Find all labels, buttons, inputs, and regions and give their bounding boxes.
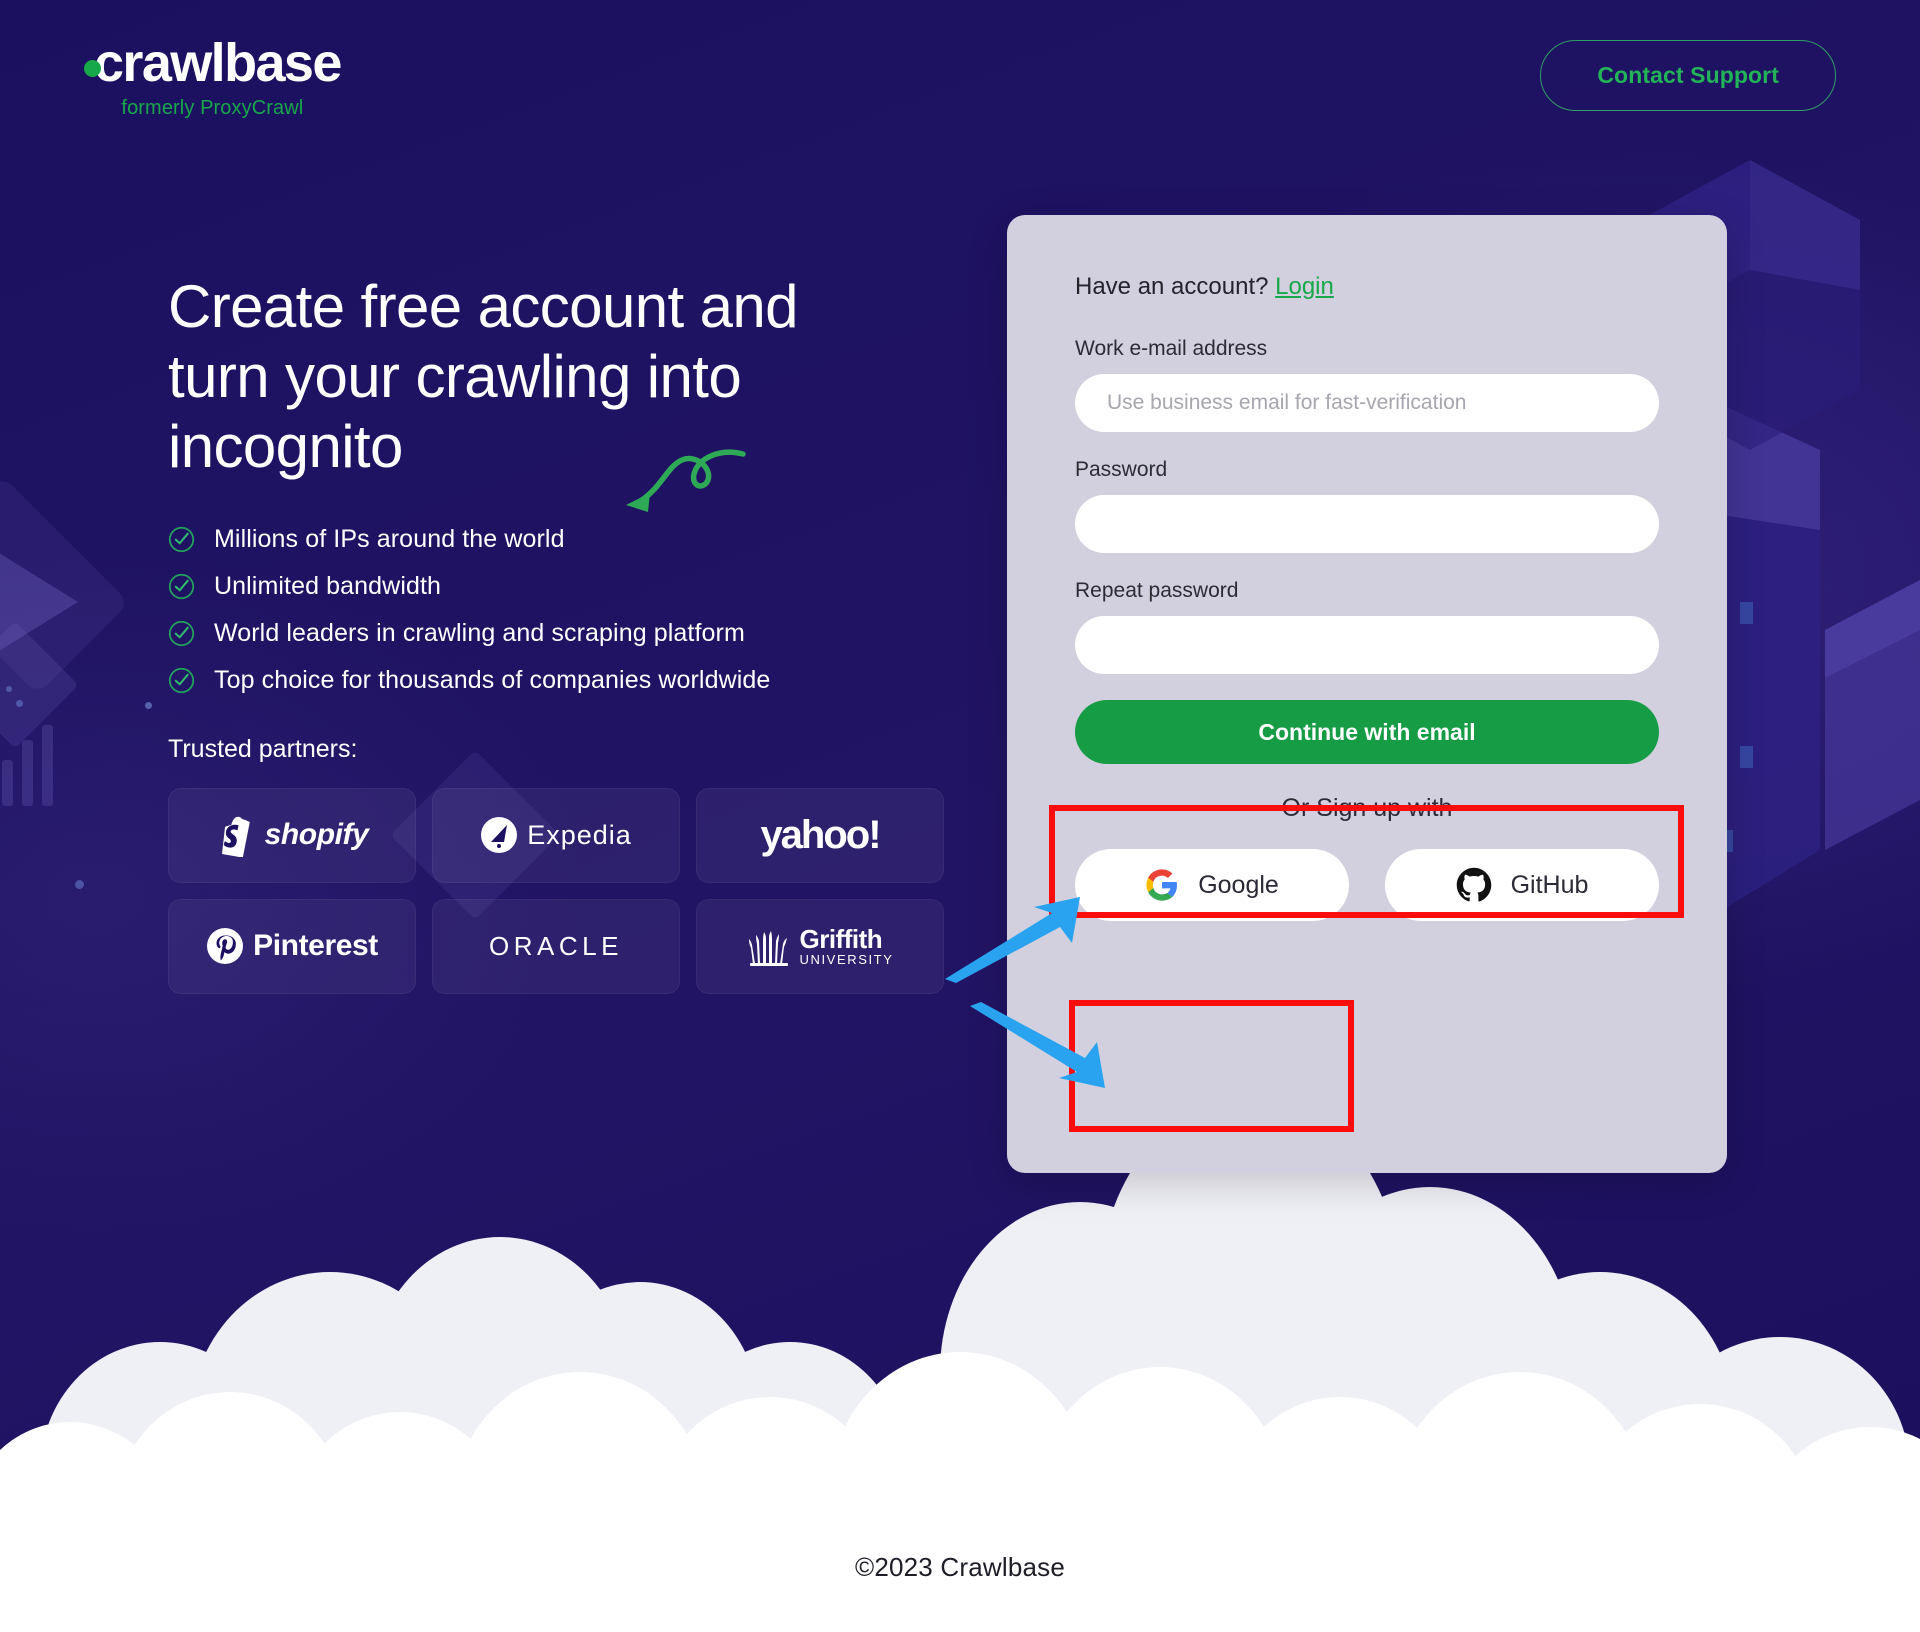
logo-wordmark: crawlbase [84, 33, 342, 93]
feature-label: Millions of IPs around the world [214, 524, 565, 553]
feature-item: Millions of IPs around the world [168, 525, 968, 554]
partner-sublabel: UNIVERSITY [799, 952, 894, 968]
partner-card-shopify: shopify [168, 787, 416, 883]
deco-bar-1 [2, 760, 13, 806]
pinterest-icon [207, 928, 244, 965]
divider-label: Or Sign up with [1281, 794, 1453, 822]
deco-triangle-left [0, 540, 78, 664]
partner-label: yahoo! [760, 812, 881, 857]
google-icon [1146, 869, 1178, 901]
partner-label: Expedia [527, 819, 632, 850]
feature-label: World leaders in crawling and scraping p… [214, 618, 745, 647]
partner-card-oracle: ORACLE [432, 898, 680, 994]
have-account-row: Have an account? Login [1075, 273, 1659, 301]
repeat-password-field-group: Repeat password [1075, 579, 1659, 674]
partner-card-pinterest: Pinterest [168, 898, 416, 994]
partner-label: Pinterest [253, 929, 378, 963]
check-circle-icon [168, 526, 195, 552]
page-header: crawlbase formerly ProxyCrawl Contact Su… [0, 0, 1920, 150]
password-field-group: Password [1075, 458, 1659, 553]
deco-diamond-left [0, 621, 79, 749]
deco-dot-2 [6, 686, 12, 692]
partner-logo-grid: shopify Expedia yahoo! Pinterest ORACLE … [168, 787, 968, 994]
feature-label: Top choice for thousands of companies wo… [214, 665, 771, 694]
password-label: Password [1075, 458, 1168, 481]
deco-slab-left [0, 475, 130, 695]
oauth-button-row: Google GitHub [1075, 849, 1659, 921]
partner-label: Griffith [799, 924, 883, 955]
shopify-icon [221, 816, 250, 858]
divider-line-right [1470, 808, 1660, 809]
check-circle-icon [168, 573, 195, 599]
logo-text: crawlbase [94, 33, 342, 93]
divider-line-left [1075, 808, 1264, 809]
check-circle-icon [168, 667, 195, 693]
copyright-text: ©2023 Crawlbase [854, 1551, 1066, 1582]
deco-bar-3 [42, 725, 53, 806]
email-field-group: Work e-mail address [1075, 337, 1659, 432]
github-label: GitHub [1510, 870, 1589, 899]
decorative-curly-arrow-icon [626, 449, 746, 512]
password-input[interactable] [1075, 495, 1659, 553]
partner-label: ORACLE [489, 930, 623, 961]
deco-dot-4 [145, 702, 152, 709]
feature-item: World leaders in crawling and scraping p… [168, 619, 968, 648]
deco-bar-2 [22, 740, 33, 806]
logo-tagline: formerly ProxyCrawl [121, 97, 304, 119]
logo-dot-icon [84, 60, 101, 77]
partner-card-griffith-university: Griffith UNIVERSITY [696, 898, 944, 994]
login-link[interactable]: Login [1275, 273, 1334, 300]
deco-dot-3 [75, 880, 84, 889]
hero-section: Create free account and turn your crawli… [168, 272, 968, 994]
feature-item: Unlimited bandwidth [168, 572, 968, 601]
repeat-password-input[interactable] [1075, 616, 1659, 674]
email-input[interactable] [1075, 374, 1659, 432]
contact-support-button[interactable]: Contact Support [1540, 39, 1836, 111]
griffith-crest-icon [749, 931, 789, 967]
feature-item: Top choice for thousands of companies wo… [168, 666, 968, 695]
check-circle-icon [168, 620, 195, 646]
google-signup-button[interactable]: Google [1075, 849, 1349, 921]
partner-label: shopify [264, 818, 369, 852]
expedia-icon [481, 817, 518, 854]
deco-dot-1 [16, 700, 23, 707]
github-icon [1456, 867, 1491, 902]
github-signup-button[interactable]: GitHub [1385, 849, 1659, 921]
google-label: Google [1198, 870, 1279, 899]
trusted-partners-label: Trusted partners: [168, 734, 358, 763]
have-account-text: Have an account? [1075, 273, 1269, 300]
feature-label: Unlimited bandwidth [214, 571, 442, 600]
oauth-divider: Or Sign up with [1075, 794, 1660, 823]
signup-card: Have an account? Login Work e-mail addre… [1007, 215, 1727, 1173]
email-label: Work e-mail address [1075, 337, 1268, 360]
page-footer: ©2023 Crawlbase [0, 1502, 1920, 1632]
partner-card-expedia: Expedia [432, 787, 680, 883]
brand-logo[interactable]: crawlbase formerly ProxyCrawl [84, 30, 342, 120]
feature-list: Millions of IPs around the world Unlimit… [168, 525, 968, 695]
partner-card-yahoo: yahoo! [696, 787, 944, 883]
repeat-password-label: Repeat password [1075, 579, 1239, 602]
continue-with-email-button[interactable]: Continue with email [1075, 700, 1659, 764]
